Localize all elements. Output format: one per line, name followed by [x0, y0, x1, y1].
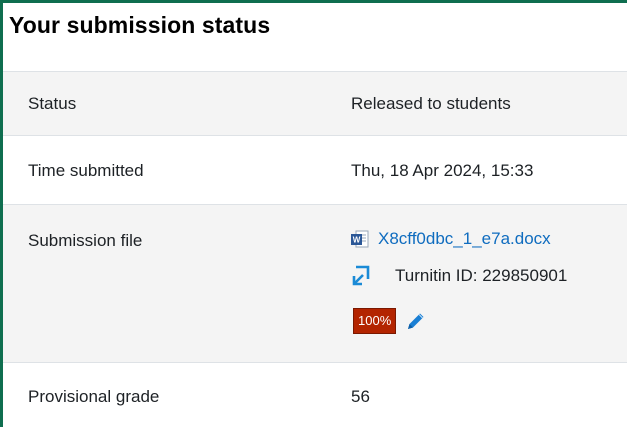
submission-file-entry: W X8cff0dbc_1_e7a.docx — [351, 229, 551, 249]
provisional-grade-label: Provisional grade — [28, 387, 160, 406]
section-heading: Your submission status — [9, 12, 271, 38]
provisional-grade-value: 56 — [351, 387, 370, 406]
status-row: Status Released to students — [3, 71, 627, 135]
provisional-grade-row: Provisional grade 56 — [3, 362, 627, 430]
status-label: Status — [28, 94, 77, 113]
similarity-entry: 100% — [353, 308, 427, 334]
pencil-icon[interactable] — [405, 310, 427, 332]
status-value: Released to students — [351, 94, 511, 113]
turnitin-icon — [352, 265, 370, 286]
time-submitted-label: Time submitted — [28, 161, 144, 180]
submission-file-label: Submission file — [28, 231, 143, 250]
word-document-icon: W — [351, 230, 369, 248]
turnitin-id: Turnitin ID: 229850901 — [395, 266, 568, 285]
time-submitted-row: Time submitted Thu, 18 Apr 2024, 15:33 — [3, 135, 627, 204]
time-submitted-value: Thu, 18 Apr 2024, 15:33 — [351, 161, 534, 180]
submission-file-row: Submission file W X8cff0dbc_1_e7a.docx T… — [3, 204, 627, 362]
similarity-score-badge[interactable]: 100% — [353, 308, 397, 334]
submission-status-panel: Your submission status Status Released t… — [0, 0, 627, 427]
submission-file-link[interactable]: X8cff0dbc_1_e7a.docx — [378, 229, 551, 249]
turnitin-entry: Turnitin ID: 229850901 — [351, 264, 567, 288]
svg-text:W: W — [353, 236, 361, 245]
